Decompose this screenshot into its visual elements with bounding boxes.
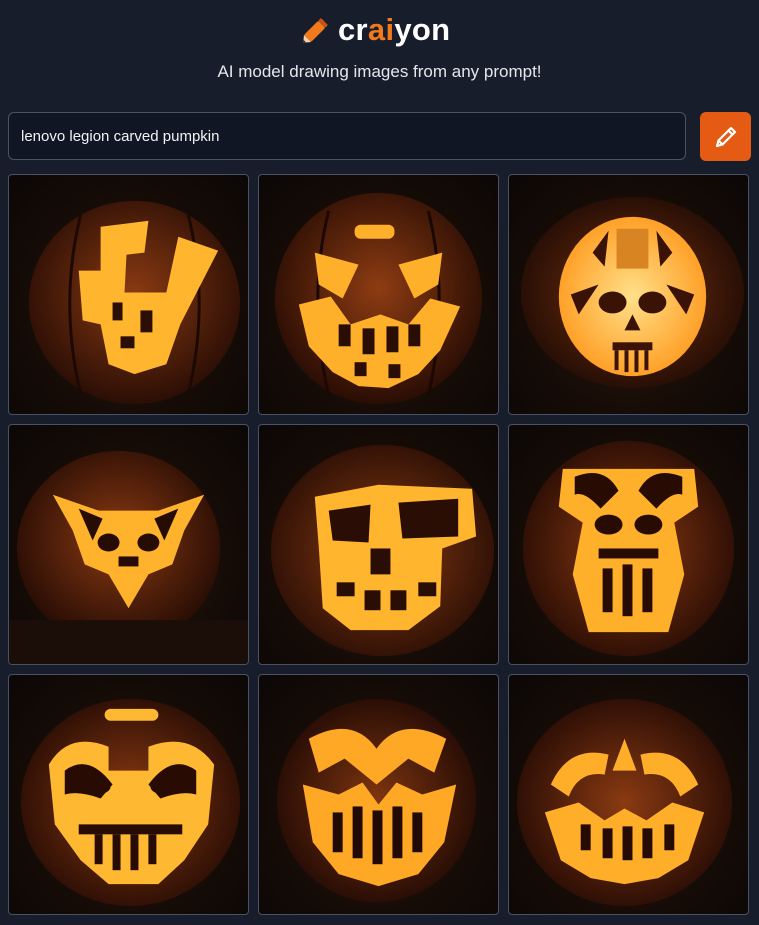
result-image[interactable] — [508, 174, 749, 415]
pumpkin-image — [20, 698, 241, 907]
pumpkin-image — [28, 200, 241, 405]
pumpkin-image — [274, 192, 483, 405]
result-image[interactable] — [508, 424, 749, 665]
pumpkin-image — [522, 440, 735, 657]
result-image[interactable] — [508, 674, 749, 915]
pencil-icon — [303, 18, 328, 43]
pumpkin-image — [276, 698, 477, 903]
result-image[interactable] — [8, 174, 249, 415]
logo-wordmark: craiyon — [338, 12, 451, 47]
pencil-icon — [715, 126, 736, 147]
result-image[interactable] — [8, 424, 249, 665]
craiyon-logo[interactable]: craiyon — [298, 10, 450, 50]
tagline: AI model drawing images from any prompt! — [217, 62, 542, 81]
pumpkin-image — [516, 698, 733, 907]
header: craiyon AI model drawing images from any… — [0, 0, 759, 100]
result-image[interactable] — [258, 674, 499, 915]
prompt-input[interactable] — [8, 112, 686, 160]
draw-button[interactable] — [700, 112, 751, 161]
pumpkin-image — [9, 450, 248, 664]
result-image[interactable] — [258, 424, 499, 665]
result-image[interactable] — [8, 674, 249, 915]
pumpkin-image — [520, 196, 745, 389]
image-grid — [8, 174, 752, 918]
result-image[interactable] — [258, 174, 499, 415]
pumpkin-image — [270, 444, 495, 657]
